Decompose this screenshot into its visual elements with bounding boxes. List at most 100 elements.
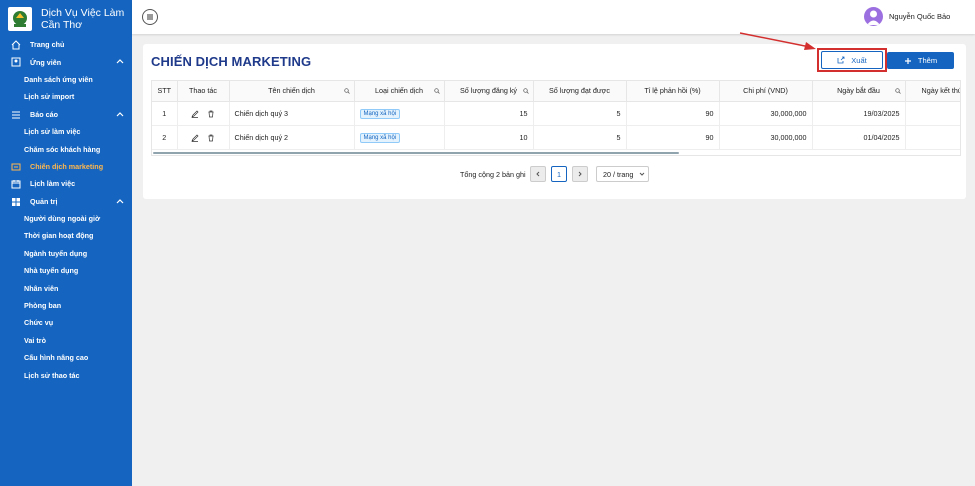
search-icon[interactable] xyxy=(894,88,901,94)
sidebar-item-label: Cấu hình nâng cao xyxy=(24,353,89,363)
cell-end-date: 05 xyxy=(905,101,960,126)
table-header-row: STT Thao tác Tên chiến dịch Loại chiến d… xyxy=(152,81,960,102)
avatar[interactable] xyxy=(864,7,883,26)
sidebar-item-label: Danh sách ứng viên xyxy=(24,74,93,84)
cell-registered: 10 xyxy=(444,125,534,150)
sidebar-item-customer-care[interactable]: Chăm sóc khách hàng xyxy=(0,140,132,157)
column-header-actions: Thao tác xyxy=(177,81,230,102)
export-button[interactable]: Xuất xyxy=(821,51,883,69)
sidebar-item-employers[interactable]: Nhà tuyển dụng xyxy=(0,262,132,279)
sidebar: Dịch Vụ Việc Làm Cần Thơ Trang chủ Ứng v… xyxy=(0,0,132,486)
sidebar-item-label: Quản trị xyxy=(30,196,58,206)
sidebar-item-action-history[interactable]: Lịch sử thao tác xyxy=(0,366,132,383)
brand: Dịch Vụ Việc Làm Cần Thơ xyxy=(0,0,132,34)
sidebar-item-reports[interactable]: Báo cáo xyxy=(0,106,132,123)
sidebar-item-label: Nhân viên xyxy=(24,283,59,293)
chevron-up-icon xyxy=(116,111,124,116)
chevron-left-icon xyxy=(536,171,540,177)
sidebar-item-work-schedule[interactable]: Lịch làm việc xyxy=(0,175,132,192)
sidebar-item-label: Chức vụ xyxy=(24,318,54,328)
user-name[interactable]: Nguyễn Quốc Bảo xyxy=(889,12,950,21)
cell-campaign-name: Chiến dịch quý 2 xyxy=(229,125,355,150)
home-icon xyxy=(11,40,21,50)
column-header-registered[interactable]: Số lượng đăng ký xyxy=(444,81,534,102)
page-number-button[interactable]: 1 xyxy=(551,166,567,182)
plus-icon xyxy=(904,57,911,64)
user-avatar-icon xyxy=(867,10,880,25)
sidebar-item-candidate-list[interactable]: Danh sách ứng viên xyxy=(0,71,132,88)
cell-campaign-type: Mạng xã hội xyxy=(354,125,445,150)
brand-line-1: Dịch Vụ Việc Làm xyxy=(41,6,125,19)
cell-stt: 1 xyxy=(152,101,178,126)
column-header-end-date: Ngày kết thúc xyxy=(905,81,960,102)
sidebar-item-departments[interactable]: Phòng ban xyxy=(0,297,132,314)
edit-icon[interactable] xyxy=(191,134,199,142)
cell-campaign-name: Chiến dịch quý 3 xyxy=(229,101,355,126)
sidebar-item-label: Ứng viên xyxy=(30,57,62,67)
column-header-response-rate: Tỉ lệ phản hồi (%) xyxy=(626,81,720,102)
table-row[interactable]: 2 Chiến dịch quý 2 Mạng xã hội 10 5 90 3… xyxy=(152,125,960,150)
sidebar-item-label: Người dùng ngoài giờ xyxy=(24,214,101,224)
cell-achieved: 5 xyxy=(533,125,627,150)
chevron-right-icon xyxy=(578,171,582,177)
column-header-name[interactable]: Tên chiến dịch xyxy=(229,81,355,102)
cell-response-rate: 90 xyxy=(626,101,720,126)
campaign-type-tag: Mạng xã hội xyxy=(359,132,401,143)
pagination: Tổng cộng 2 bản ghi 1 20 / trang xyxy=(143,165,966,183)
column-header-type[interactable]: Loại chiến dịch xyxy=(354,81,445,102)
sidebar-item-label: Nhà tuyển dụng xyxy=(24,266,79,276)
sidebar-item-staff[interactable]: Nhân viên xyxy=(0,279,132,296)
sidebar-item-label: Vai trò xyxy=(24,335,46,345)
list-icon xyxy=(12,111,20,119)
sidebar-item-positions[interactable]: Chức vụ xyxy=(0,314,132,331)
sidebar-item-admin[interactable]: Quản trị xyxy=(0,193,132,210)
delete-icon[interactable] xyxy=(207,134,215,142)
chevron-down-icon xyxy=(640,172,645,176)
column-header-label: Loại chiến dịch xyxy=(375,86,423,96)
next-page-button[interactable] xyxy=(572,166,588,182)
sidebar-item-roles[interactable]: Vai trò xyxy=(0,332,132,349)
sidebar-item-import-history[interactable]: Lịch sử import xyxy=(0,88,132,105)
total-records: Tổng cộng 2 bản ghi xyxy=(460,170,526,179)
menu-toggle-button[interactable] xyxy=(142,9,158,25)
cell-cost: 30,000,000 xyxy=(719,125,813,150)
sidebar-item-active-time[interactable]: Thời gian hoạt động xyxy=(0,227,132,244)
column-header-cost: Chi phí (VND) xyxy=(719,81,813,102)
campaign-icon xyxy=(11,163,21,171)
sidebar-item-industries[interactable]: Ngành tuyển dụng xyxy=(0,245,132,262)
sidebar-item-label: Trang chủ xyxy=(30,40,65,50)
page-size-select[interactable]: 20 / trang xyxy=(596,166,649,182)
sidebar-item-work-history[interactable]: Lịch sử làm việc xyxy=(0,123,132,140)
sidebar-item-candidates[interactable]: Ứng viên xyxy=(0,53,132,70)
cell-actions xyxy=(177,101,230,126)
sidebar-item-after-hours-users[interactable]: Người dùng ngoài giờ xyxy=(0,210,132,227)
delete-icon[interactable] xyxy=(207,110,215,118)
top-header: Nguyễn Quốc Bảo xyxy=(132,0,975,34)
sidebar-item-advanced-config[interactable]: Cấu hình nâng cao xyxy=(0,349,132,366)
horizontal-scrollbar[interactable] xyxy=(153,152,679,154)
sidebar-item-label: Thời gian hoạt động xyxy=(24,231,94,241)
search-icon[interactable] xyxy=(522,88,529,94)
table-row[interactable]: 1 Chiến dịch quý 3 Mạng xã hội 15 5 90 3… xyxy=(152,101,960,126)
cell-response-rate: 90 xyxy=(626,125,720,150)
search-icon[interactable] xyxy=(343,88,350,94)
sidebar-item-label: Báo cáo xyxy=(30,109,58,119)
chevron-up-icon xyxy=(116,198,124,203)
prev-page-button[interactable] xyxy=(530,166,546,182)
column-header-label: Ngày bắt đầu xyxy=(837,86,880,96)
admin-icon xyxy=(12,197,20,206)
add-label: Thêm xyxy=(917,56,938,65)
edit-icon[interactable] xyxy=(191,110,199,118)
sidebar-item-home[interactable]: Trang chủ xyxy=(0,36,132,53)
main-card: CHIẾN DỊCH MARKETING Xuất Thêm STT Thao … xyxy=(143,44,966,199)
sidebar-item-label: Lịch sử thao tác xyxy=(24,370,80,380)
sidebar-item-label: Lịch sử import xyxy=(24,92,75,102)
search-icon[interactable] xyxy=(433,88,440,94)
chevron-up-icon xyxy=(116,59,124,64)
annotation-arrow-icon xyxy=(739,32,816,50)
cell-start-date: 19/03/2025 xyxy=(812,101,906,126)
sidebar-item-marketing-campaign[interactable]: Chiến dịch marketing xyxy=(0,158,132,175)
column-header-start-date[interactable]: Ngày bắt đầu xyxy=(812,81,906,102)
add-button[interactable]: Thêm xyxy=(887,52,954,69)
logo xyxy=(8,7,32,31)
